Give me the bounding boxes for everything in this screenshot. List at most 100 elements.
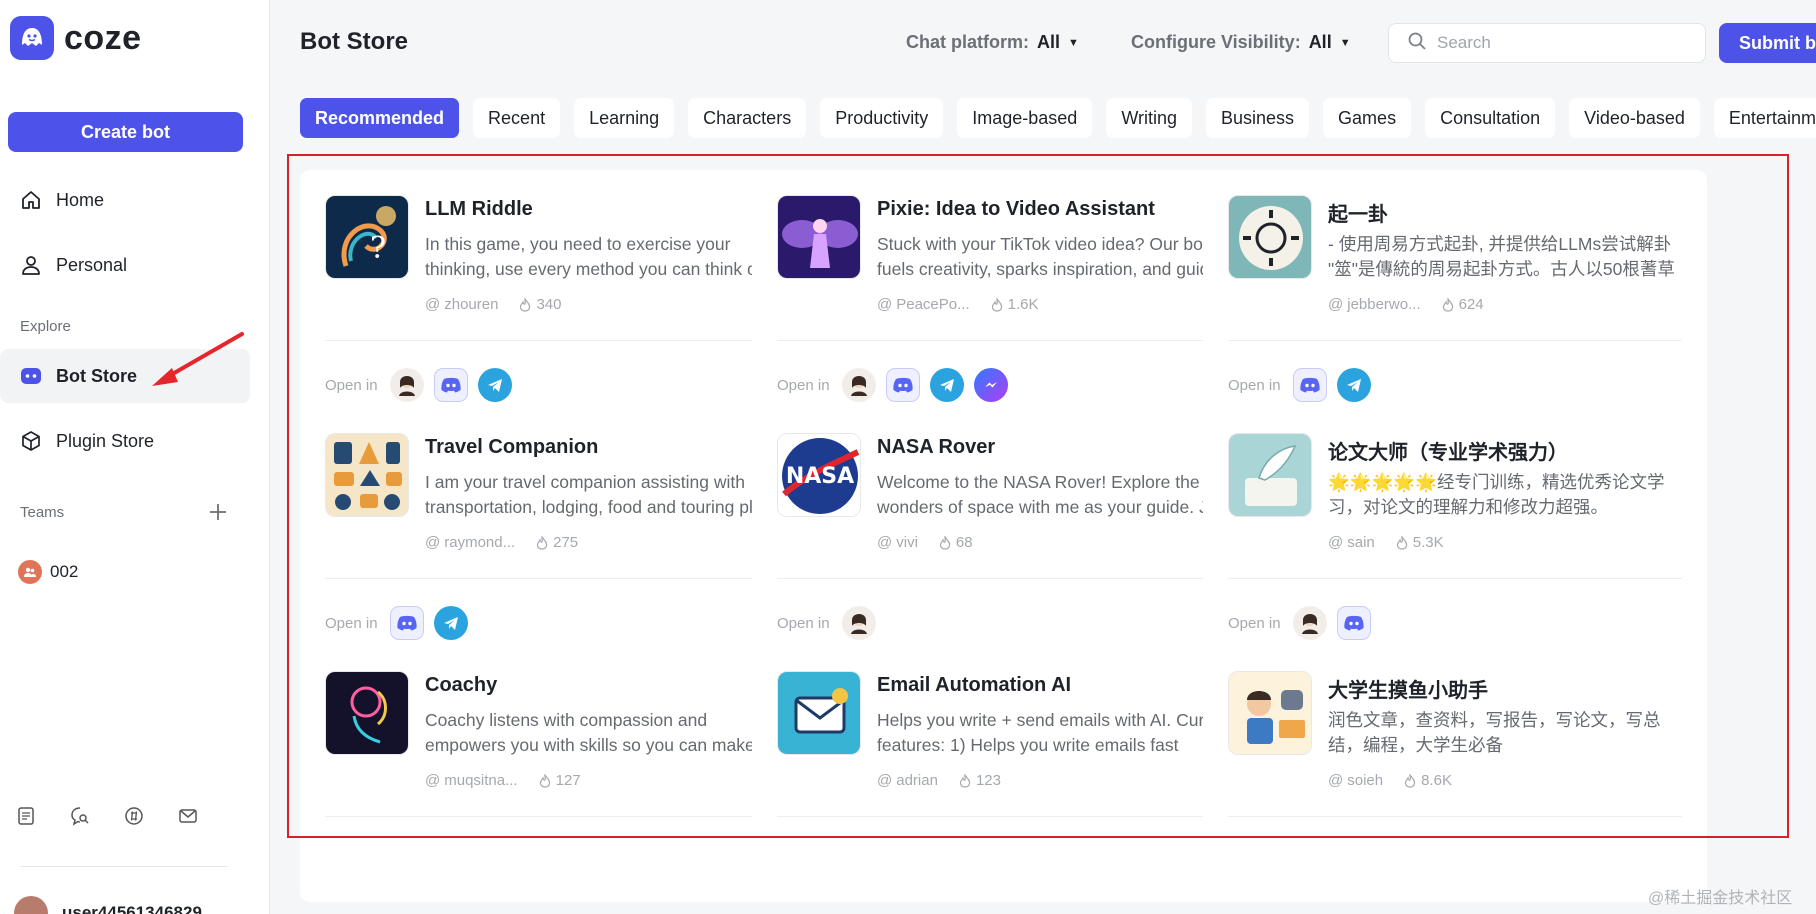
teams-section-label: Teams [20,504,65,521]
tab-writing[interactable]: Writing [1106,98,1192,138]
open-in-row: Open in [777,606,876,640]
visibility-filter[interactable]: Configure Visibility: All ▼ [1131,32,1351,53]
tab-games[interactable]: Games [1323,98,1412,138]
bot-popularity: 275 [535,534,578,551]
telegram-platform-icon[interactable] [477,368,512,402]
bot-card[interactable]: ? LLM Riddle In this game, you need to exe… [300,170,804,426]
bot-card[interactable]: 起一卦 - 使用周易方式起卦, 并提供给LLMs尝试解卦 "筮"是傳統的周易起卦方… [1203,170,1707,426]
bot-author[interactable]: @ soieh [1328,772,1383,789]
avatar [14,896,48,914]
avatar-platform-icon[interactable] [1292,606,1327,640]
bot-card[interactable]: NASA NASA Rover Welcome to the NASA Rover!… [752,408,1256,664]
user-profile[interactable]: user44561346829 [14,896,202,914]
tab-learning[interactable]: Learning [574,98,675,138]
sidebar-item-plugin-store[interactable]: Plugin Store [0,414,250,468]
discord-community-icon[interactable] [124,806,144,826]
bot-author[interactable]: @ raymond... [425,534,515,551]
bot-avatar-icon [777,195,861,279]
bot-author[interactable]: @ adrian [877,772,938,789]
at-icon: @ [1328,296,1344,313]
add-team-icon[interactable] [206,500,230,524]
document-icon[interactable] [16,806,36,826]
sidebar-footer-icons [16,806,198,826]
author-name: raymond... [444,534,516,551]
bot-avatar-icon [325,671,409,755]
app-window: coze Create bot Home Personal Explore Bo… [0,0,1816,914]
bot-author[interactable]: @ PeacePo... [877,296,970,313]
bot-title: Pixie: Idea to Video Assistant [877,198,1155,220]
tab-business[interactable]: Business [1206,98,1310,138]
brand[interactable]: coze [10,16,142,60]
sidebar-item-label: Home [56,189,105,210]
watermark: @稀土掘金技术社区 [1648,890,1793,907]
usage-count: 127 [555,772,581,789]
submit-bot-button[interactable]: Submit bot [1719,23,1816,63]
bot-card[interactable]: Email Automation AI Helps you write + sen… [752,646,1256,902]
card-divider [777,340,1231,341]
discord-platform-icon[interactable] [389,606,424,640]
avatar-platform-icon[interactable] [389,368,424,402]
search-box[interactable] [1388,23,1706,63]
bot-author[interactable]: @ zhouren [425,296,498,313]
sidebar-item-label: Personal [56,254,128,275]
bot-avatar-icon [1228,195,1312,279]
svg-text:NASA: NASA [786,464,854,489]
filter-value: All [1308,32,1332,52]
tab-consultation[interactable]: Consultation [1425,98,1556,138]
sidebar-item-personal[interactable]: Personal [0,238,250,292]
bot-description: Stuck with your TikTok video idea? Our b… [877,234,1228,279]
author-name: jebberwo... [1347,296,1421,313]
team-name: 002 [50,562,79,581]
discord-platform-icon[interactable] [1292,368,1327,402]
search-input[interactable] [1437,33,1697,53]
bot-card[interactable]: 论文大师（专业学术强力） 🌟🌟🌟🌟🌟经专门训练，精选优秀论文学习，对论文的理解力和… [1203,408,1707,664]
mail-icon[interactable] [178,806,198,826]
bot-card[interactable]: 大学生摸鱼小助手 润色文章，查资料，写报告，写论文，写总结，编程，大学生必备 @ so… [1203,646,1707,902]
messenger-platform-icon[interactable] [973,368,1008,402]
tab-recommended[interactable]: Recommended [300,98,460,138]
filter-value: All [1037,32,1061,52]
team-icon [18,560,42,584]
tab-video-based[interactable]: Video-based [1569,98,1700,138]
telegram-platform-icon[interactable] [929,368,964,402]
chat-search-icon[interactable] [70,806,90,826]
discord-platform-icon[interactable] [1336,606,1371,640]
bot-card[interactable]: Pixie: Idea to Video Assistant Stuck with… [752,170,1256,426]
bot-popularity: 68 [938,534,973,551]
tab-recent[interactable]: Recent [473,98,561,138]
create-bot-button[interactable]: Create bot [8,112,243,152]
tab-entertainment[interactable]: Entertainment [1713,98,1816,138]
open-in-row: Open in [777,368,1008,402]
user-icon [20,254,42,276]
page-title: Bot Store [300,28,408,55]
avatar-platform-icon[interactable] [841,606,876,640]
bot-card[interactable]: Coachy Coachy listens with compassion and… [300,646,804,902]
bot-author[interactable]: @ muqsitna... [425,772,518,789]
avatar-platform-icon[interactable] [841,368,876,402]
tab-image-based[interactable]: Image-based [957,98,1093,138]
sidebar-item-home[interactable]: Home [0,173,250,227]
bot-author[interactable]: @ jebberwo... [1328,296,1421,313]
tab-characters[interactable]: Characters [688,98,807,138]
tab-productivity[interactable]: Productivity [820,98,944,138]
telegram-platform-icon[interactable] [1336,368,1371,402]
bot-title: 大学生摸鱼小助手 [1328,680,1488,702]
sidebar-team-item[interactable]: 002 [18,560,78,584]
caret-down-icon: ▼ [1339,36,1351,49]
flame-icon [1396,535,1407,550]
bot-description: 🌟🌟🌟🌟🌟经专门训练，精选优秀论文学习，对论文的理解力和修改力超强。 [1328,472,1665,517]
telegram-platform-icon[interactable] [433,606,468,640]
chat-platform-filter[interactable]: Chat platform: All ▼ [906,32,1079,53]
bot-avatar-icon [325,433,409,517]
bot-avatar-icon [1228,671,1312,755]
bot-meta: @ sain 5.3K [1328,534,1444,551]
coze-logo-icon [10,16,54,60]
bot-card[interactable]: Travel Companion I am your travel compani… [300,408,804,664]
discord-platform-icon[interactable] [433,368,468,402]
card-divider [325,578,779,579]
discord-platform-icon[interactable] [885,368,920,402]
bot-author[interactable]: @ sain [1328,534,1375,551]
bot-author[interactable]: @ vivi [877,534,918,551]
card-divider [325,340,779,341]
usage-count: 8.6K [1421,772,1452,789]
